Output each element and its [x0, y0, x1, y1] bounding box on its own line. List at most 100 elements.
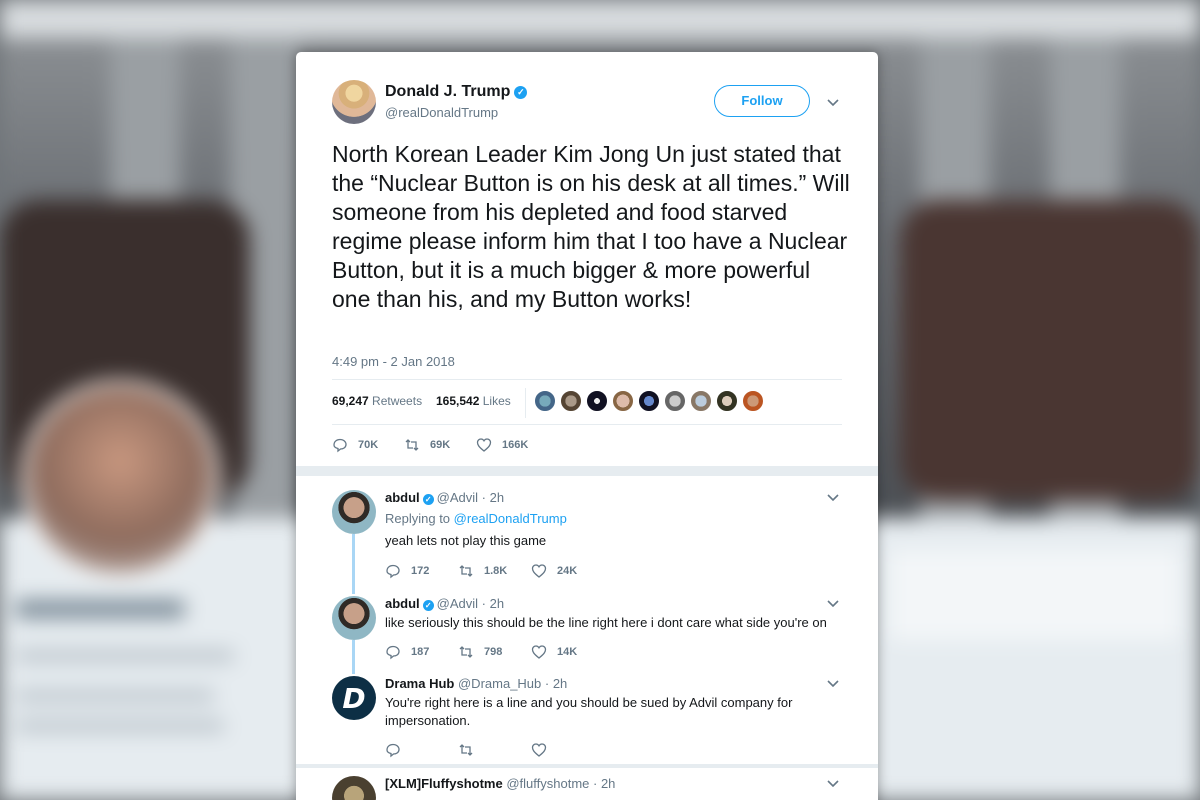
reply-author-handle[interactable]: @Advil: [437, 490, 478, 505]
liker-avatar[interactable]: [716, 390, 738, 412]
liker-avatar[interactable]: [560, 390, 582, 412]
like-action[interactable]: [531, 739, 557, 761]
replies-divider: [296, 764, 878, 768]
like-heart-icon: [476, 438, 492, 452]
retweet-icon: [459, 565, 473, 577]
reply-author-name[interactable]: [XLM]Fluffyshotme: [385, 776, 503, 791]
reply-count: 70K: [358, 439, 379, 451]
reply-actions: 172 1.8K 24K: [385, 560, 685, 582]
follow-button[interactable]: Follow: [714, 85, 810, 117]
retweet-action[interactable]: 798: [458, 641, 502, 663]
verified-badge-icon: ✓: [422, 494, 434, 505]
reply-author-handle[interactable]: @fluffyshotme: [506, 776, 589, 791]
like-action[interactable]: 24K: [531, 560, 577, 582]
tweet-text: North Korean Leader Kim Jong Un just sta…: [332, 141, 850, 312]
like-action[interactable]: 166K: [476, 434, 528, 456]
reply-author-name[interactable]: abdul: [385, 596, 420, 611]
like-heart-icon: [531, 743, 547, 757]
tweet-author-row: Donald J. Trump ✓ @realDonaldTrump Follow: [332, 80, 842, 126]
retweets-label: Retweets: [372, 394, 423, 408]
likes-label: Likes: [482, 394, 511, 408]
reply-item[interactable]: abdul ✓ @Advil · 2h like seriously this sh…: [332, 596, 842, 676]
liker-avatar[interactable]: [742, 390, 764, 412]
reply-text: yeah lets not play this game: [385, 533, 547, 548]
liker-avatar[interactable]: [612, 390, 634, 412]
reply-count: 187: [411, 646, 430, 658]
reply-actions: 187 798 14K: [385, 641, 685, 663]
replying-to-label: Replying to: [385, 511, 451, 526]
drama-hub-logo-letter: D: [342, 681, 366, 715]
retweet-count: 69K: [430, 439, 451, 451]
reply-avatar[interactable]: [332, 490, 376, 534]
stats-divider: [525, 388, 526, 418]
reply-action[interactable]: 172: [385, 560, 429, 582]
author-name[interactable]: Donald J. Trump ✓: [385, 83, 528, 101]
like-count: 166K: [502, 439, 529, 451]
reply-avatar[interactable]: [332, 776, 376, 800]
reply-time[interactable]: · 2h: [482, 490, 504, 505]
retweet-action[interactable]: 1.8K: [458, 560, 507, 582]
reply-author-handle[interactable]: @Drama_Hub: [458, 676, 541, 691]
tweet-timestamp[interactable]: 4:49 pm - 2 Jan 2018: [332, 354, 455, 369]
reply-author-name[interactable]: abdul: [385, 490, 420, 505]
retweets-count: 69,247: [332, 394, 369, 408]
likes-count: 165,542: [436, 394, 480, 408]
reply-action[interactable]: [385, 739, 411, 761]
reply-item[interactable]: D Drama Hub @Drama_Hub · 2h You're right…: [332, 676, 842, 766]
replying-to-mention[interactable]: @realDonaldTrump: [454, 511, 567, 526]
reply-text: You're right here is a line and you shou…: [385, 695, 793, 728]
reply-header: [XLM]Fluffyshotme @fluffyshotme · 2h: [385, 776, 615, 791]
reply-icon: [333, 438, 347, 453]
reply-time[interactable]: · 2h: [593, 776, 615, 791]
chevron-down-icon[interactable]: [826, 676, 840, 690]
retweet-icon: [459, 646, 473, 658]
liker-avatar[interactable]: [664, 390, 686, 412]
reply-header: abdul ✓ @Advil · 2h: [385, 596, 504, 611]
likes-stat[interactable]: 165,542 Likes: [436, 394, 511, 408]
retweet-action[interactable]: 69K: [404, 434, 450, 456]
reply-icon: [386, 645, 400, 660]
reply-icon: [386, 564, 400, 579]
like-heart-icon: [531, 645, 547, 659]
verified-badge-icon: ✓: [422, 600, 434, 611]
replying-to: Replying to @realDonaldTrump: [385, 510, 825, 528]
replies-section-divider: [296, 466, 878, 476]
tweet-card: Donald J. Trump ✓ @realDonaldTrump Follow…: [296, 52, 878, 800]
tweet-actions: 70K 69K 166K: [332, 434, 632, 456]
liker-avatar[interactable]: [638, 390, 660, 412]
reply-item[interactable]: [XLM]Fluffyshotme @fluffyshotme · 2h: [332, 776, 842, 800]
verified-badge-icon: ✓: [514, 86, 528, 99]
reply-header: Drama Hub @Drama_Hub · 2h: [385, 676, 567, 691]
like-action[interactable]: 14K: [531, 641, 577, 663]
chevron-down-icon[interactable]: [826, 776, 840, 790]
chevron-down-icon[interactable]: [826, 596, 840, 610]
retweet-icon: [405, 439, 419, 451]
like-count: 24K: [557, 565, 578, 577]
reply-icon: [386, 743, 400, 758]
reply-count: 172: [411, 565, 430, 577]
reply-action[interactable]: 70K: [332, 434, 378, 456]
reply-author-name[interactable]: Drama Hub: [385, 676, 454, 691]
liker-avatar[interactable]: [586, 390, 608, 412]
reply-author-handle[interactable]: @Advil: [437, 596, 478, 611]
author-handle[interactable]: @realDonaldTrump: [385, 105, 498, 120]
reply-action[interactable]: 187: [385, 641, 429, 663]
retweet-count: 798: [484, 646, 503, 658]
reply-header: abdul ✓ @Advil · 2h: [385, 490, 504, 505]
like-count: 14K: [557, 646, 578, 658]
chevron-down-icon[interactable]: [826, 490, 840, 504]
liker-avatar[interactable]: [534, 390, 556, 412]
retweets-stat[interactable]: 69,247 Retweets: [332, 394, 422, 408]
reply-text: like seriously this should be the line r…: [385, 615, 827, 630]
reply-item[interactable]: abdul ✓ @Advil · 2h Replying to @realDonal…: [332, 490, 842, 590]
liker-avatar[interactable]: [690, 390, 712, 412]
reply-time[interactable]: · 2h: [482, 596, 504, 611]
reply-actions: [385, 739, 685, 761]
author-avatar[interactable]: [332, 80, 376, 124]
retweet-icon: [459, 744, 473, 756]
retweet-action[interactable]: [458, 739, 484, 761]
reply-time[interactable]: · 2h: [545, 676, 567, 691]
chevron-down-icon[interactable]: [826, 95, 840, 109]
reply-avatar[interactable]: [332, 596, 376, 640]
reply-avatar[interactable]: D: [332, 676, 376, 720]
